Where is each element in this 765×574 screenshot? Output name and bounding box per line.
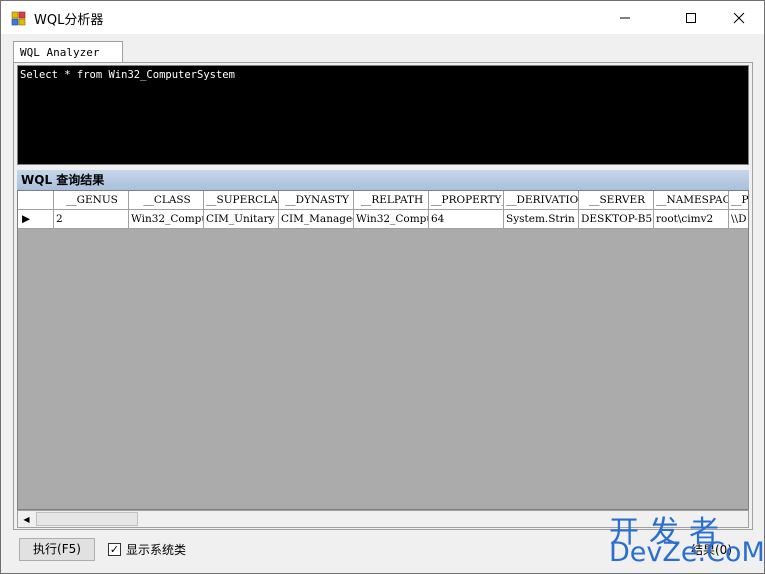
close-button[interactable] — [716, 1, 762, 34]
column-header[interactable]: __GENUS — [54, 191, 129, 210]
column-header[interactable]: __SERVER — [579, 191, 654, 210]
table-cell[interactable]: DESKTOP-B53 — [579, 210, 654, 229]
table-cell[interactable]: CIM_Managed — [279, 210, 354, 229]
execute-button[interactable]: 执行(F5) — [19, 538, 95, 561]
query-text: Select * from Win32_ComputerSystem — [20, 69, 235, 81]
watermark: 开发者 DevZe.CoM — [609, 507, 765, 569]
column-header[interactable]: __CLASS — [129, 191, 204, 210]
column-header[interactable]: __PROPERTY_ — [429, 191, 504, 210]
column-header[interactable]: __DERIVATIO — [504, 191, 579, 210]
table-cell[interactable]: root\cimv2 — [654, 210, 729, 229]
results-grid[interactable]: __GENUS __CLASS __SUPERCLAS __DYNASTY __… — [17, 190, 749, 510]
watermark-devze: DevZe.CoM — [609, 537, 765, 568]
window-title: WQL分析器 — [34, 13, 104, 28]
column-header[interactable]: __SUPERCLAS — [204, 191, 279, 210]
title-bar: WQL分析器 — [1, 1, 764, 34]
row-header-corner — [18, 191, 54, 210]
query-editor[interactable]: Select * from Win32_ComputerSystem — [17, 65, 749, 165]
show-system-checkbox[interactable]: ✓ — [108, 543, 121, 556]
maximize-button[interactable] — [668, 1, 714, 34]
table-cell[interactable]: System.Strin — [504, 210, 579, 229]
column-header[interactable]: __RELPATH — [354, 191, 429, 210]
minimize-icon — [620, 17, 630, 18]
table-row[interactable]: ▶ 2 Win32_Compu CIM_Unitary CIM_Managed … — [18, 210, 748, 229]
results-header: WQL 查询结果 — [17, 170, 749, 190]
main-window: WQL分析器 WQL Analyzer 1.0 Select * from Wi… — [0, 0, 765, 574]
table-cell[interactable]: 64 — [429, 210, 504, 229]
maximize-icon — [686, 12, 696, 23]
minimize-button[interactable] — [602, 1, 648, 34]
grid-header-row: __GENUS __CLASS __SUPERCLAS __DYNASTY __… — [18, 191, 748, 210]
tab-wql-analyzer[interactable]: WQL Analyzer 1.0 — [13, 41, 123, 80]
column-header[interactable]: __DYNASTY — [279, 191, 354, 210]
scroll-thumb[interactable] — [36, 512, 138, 526]
table-cell[interactable]: Win32_Compu — [129, 210, 204, 229]
scroll-left-icon[interactable]: ◀ — [18, 511, 35, 527]
column-header[interactable]: __NAMESPACE — [654, 191, 729, 210]
table-cell[interactable]: CIM_Unitary — [204, 210, 279, 229]
column-header[interactable]: __P — [729, 191, 748, 210]
table-cell[interactable]: 2 — [54, 210, 129, 229]
table-cell[interactable]: Win32_Compu — [354, 210, 429, 229]
row-pointer-icon: ▶ — [18, 210, 54, 229]
app-icon — [11, 11, 26, 26]
close-icon — [733, 12, 745, 23]
show-system-label: 显示系统类 — [126, 543, 187, 557]
table-cell[interactable]: \\D — [729, 210, 748, 229]
